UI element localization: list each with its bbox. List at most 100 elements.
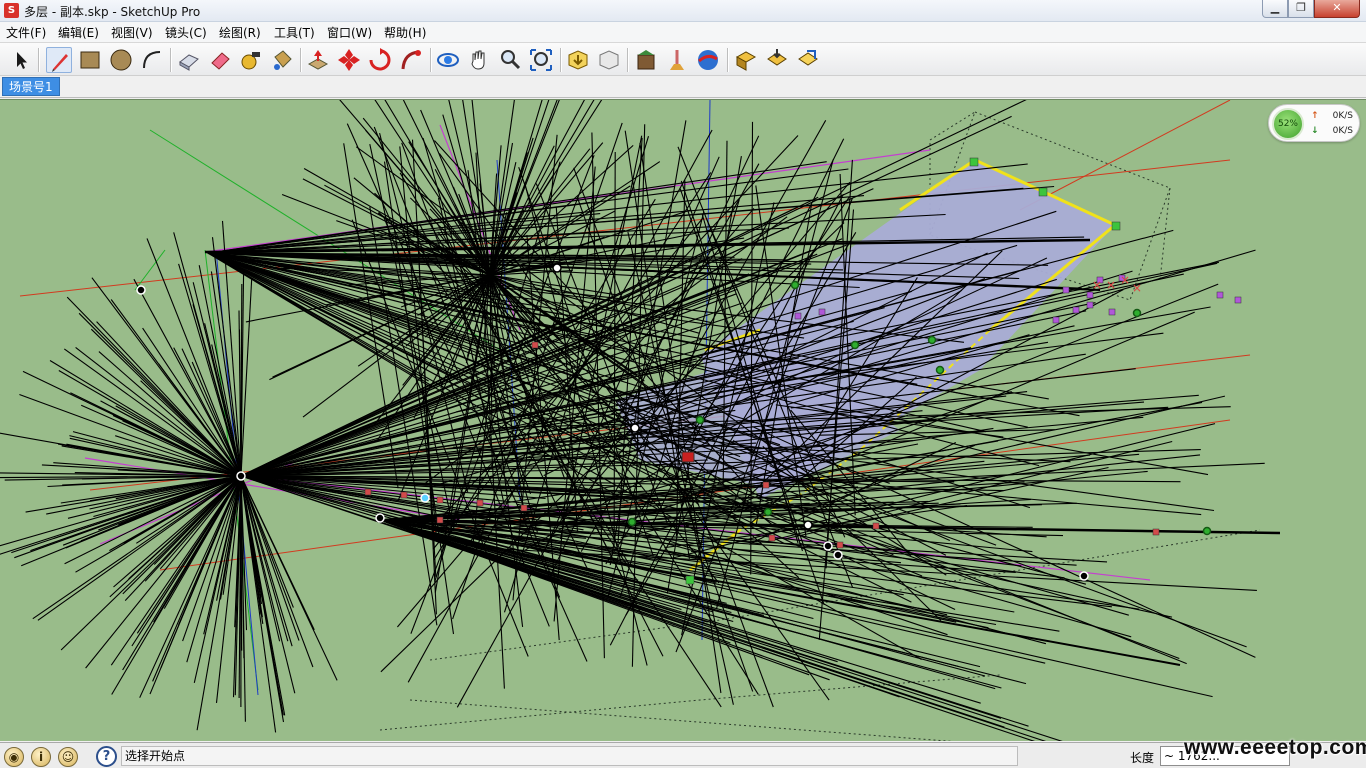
toolbar-separator [300, 48, 302, 72]
net-usage-gauge: 52% [1272, 108, 1304, 140]
inference-point [695, 415, 705, 425]
tape-measure-icon[interactable] [238, 47, 264, 73]
orbit-icon[interactable] [435, 47, 461, 73]
inference-point [236, 471, 246, 481]
toolbar-separator [430, 48, 432, 72]
share-model-icon[interactable] [596, 47, 622, 73]
vertex-marker [1216, 291, 1224, 299]
menu-view[interactable]: 视图(V) [111, 24, 153, 41]
vertex-marker [364, 488, 372, 496]
vertex-marker [1152, 528, 1160, 536]
section-cut-icon[interactable] [764, 47, 790, 73]
pencil-line-icon[interactable] [46, 47, 72, 73]
endpoint-x-marker: × [1132, 281, 1142, 295]
inference-point [1202, 526, 1212, 536]
section-plane-icon[interactable] [733, 47, 759, 73]
rectangle-icon[interactable] [77, 47, 103, 73]
maximize-button[interactable]: ❐ [1288, 0, 1314, 18]
scene-tab-bar: 场景号1 [0, 76, 1366, 98]
zoom-extents-icon[interactable] [528, 47, 554, 73]
make-component-icon[interactable] [176, 47, 202, 73]
menu-help[interactable]: 帮助(H) [384, 24, 426, 41]
toolbar-separator [727, 48, 729, 72]
close-button[interactable]: ✕ [1314, 0, 1360, 18]
move-icon[interactable] [336, 47, 362, 73]
window-title: 多层 - 副本.skp - SketchUp Pro [24, 5, 201, 19]
vertex-marker [1086, 301, 1094, 309]
send-to-google-earth-icon[interactable] [695, 47, 721, 73]
menu-draw[interactable]: 绘图(R) [219, 24, 261, 41]
inference-point [790, 280, 800, 290]
inference-point [630, 423, 640, 433]
geometry-edges [0, 100, 1281, 741]
model-component-marker [681, 451, 695, 463]
inference-point [1132, 308, 1142, 318]
geo-location-icon[interactable]: ◉ [4, 747, 24, 767]
vertex-marker [1038, 187, 1048, 197]
vertex-marker [1052, 316, 1060, 324]
export-icon[interactable] [795, 47, 821, 73]
menu-edit[interactable]: 编辑(E) [58, 24, 99, 41]
upload-speed-value: 0K/S [1332, 111, 1353, 121]
component-warehouse-icon[interactable] [633, 47, 659, 73]
get-models-icon[interactable] [565, 47, 591, 73]
net-speed-widget[interactable]: 52% ↑ 0K/S ↓ 0K/S [1268, 104, 1360, 142]
sign-in-icon[interactable]: ☺ [58, 747, 78, 767]
pan-hand-icon[interactable] [466, 47, 492, 73]
vertex-marker [476, 499, 484, 507]
inference-point [850, 340, 860, 350]
tab-scene-1[interactable]: 场景号1 [2, 77, 60, 96]
credits-icon[interactable]: ⅰ [31, 747, 51, 767]
vertex-marker [1234, 296, 1242, 304]
help-icon[interactable]: ? [96, 746, 117, 767]
vertex-marker [762, 481, 770, 489]
model-viewport[interactable]: × × × × [0, 99, 1366, 741]
inference-point [823, 541, 833, 551]
vertex-marker [1108, 308, 1116, 316]
vertex-marker [794, 312, 802, 320]
vertex-marker [520, 504, 528, 512]
select-arrow-icon[interactable] [8, 47, 34, 73]
measurements-label: 长度 [1130, 751, 1155, 765]
rotate-icon[interactable] [367, 47, 393, 73]
endpoint-x-marker: × [1092, 278, 1102, 292]
download-speed: ↓ 0K/S [1311, 126, 1359, 136]
paint-bucket-icon[interactable] [269, 47, 295, 73]
menu-camera[interactable]: 镜头(C) [165, 24, 207, 41]
up-arrow-icon: ↑ [1311, 111, 1319, 121]
vertex-marker [1111, 221, 1121, 231]
vertex-marker [436, 496, 444, 504]
vertex-marker [685, 575, 695, 585]
vertex-marker [531, 341, 539, 349]
inference-point [420, 493, 430, 503]
follow-me-icon[interactable] [398, 47, 424, 73]
inference-point [552, 263, 562, 273]
sketchup-app-icon[interactable]: S [4, 3, 19, 18]
inference-point [136, 285, 146, 295]
inference-point [1079, 571, 1089, 581]
minimize-button[interactable]: ▁ [1262, 0, 1288, 18]
vertex-marker [818, 308, 826, 316]
push-pull-icon[interactable] [305, 47, 331, 73]
vertex-marker [436, 516, 444, 524]
toolbar-separator [170, 48, 172, 72]
watermark-text: www.eeeetop.com [1184, 736, 1366, 759]
arc-icon[interactable] [139, 47, 165, 73]
menu-file[interactable]: 文件(F) [6, 24, 46, 41]
upload-speed: ↑ 0K/S [1311, 111, 1359, 121]
circle-icon[interactable] [108, 47, 134, 73]
inference-point [803, 520, 813, 530]
toolbar-separator [627, 48, 629, 72]
inference-point [927, 335, 937, 345]
vertex-marker [768, 534, 776, 542]
extension-icon[interactable] [664, 47, 690, 73]
eraser-icon[interactable] [207, 47, 233, 73]
vertex-marker [969, 157, 979, 167]
inference-point [763, 507, 773, 517]
title-bar: S 多层 - 副本.skp - SketchUp Pro ▁ ❐ ✕ [0, 0, 1366, 22]
menu-tools[interactable]: 工具(T) [274, 24, 315, 41]
menu-bar: 文件(F) 编辑(E) 视图(V) 镜头(C) 绘图(R) 工具(T) 窗口(W… [0, 22, 1366, 42]
zoom-icon[interactable] [497, 47, 523, 73]
menu-window[interactable]: 窗口(W) [327, 24, 372, 41]
inference-point [375, 513, 385, 523]
